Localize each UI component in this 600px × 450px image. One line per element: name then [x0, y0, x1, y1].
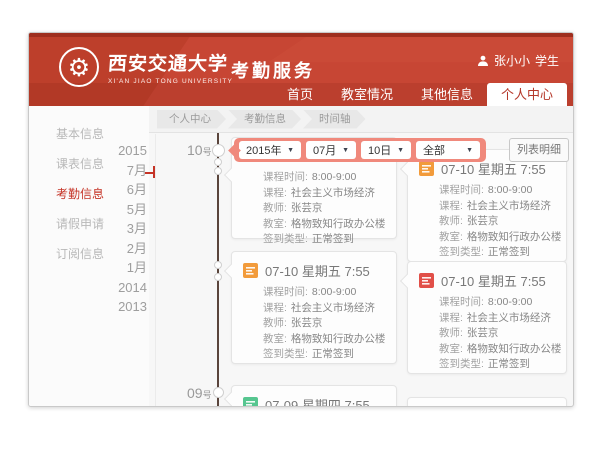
service-title: 考勤服务 — [231, 57, 315, 83]
axis-month-2[interactable]: 2月 — [99, 239, 147, 259]
axis-year-2014[interactable]: 2014 — [99, 278, 147, 298]
nav-personal-center[interactable]: 个人中心 — [487, 83, 567, 106]
day-marker-09: 09号 — [187, 385, 212, 403]
timeline-dot — [213, 387, 224, 398]
breadcrumb-personal-center[interactable]: 个人中心 — [157, 110, 226, 129]
attendance-card[interactable]: 07-10 星期五 7:55 课程时间:8:00-9:00 课程:社会主义市场经… — [407, 261, 567, 374]
card-datetime: 07-10 星期五 7:55 — [265, 261, 370, 280]
card-datetime: 07-10 星期五 7:55 — [441, 271, 546, 290]
month-select[interactable]: 07月▼ — [306, 141, 356, 159]
chevron-down-icon: ▼ — [287, 147, 294, 154]
attendance-card[interactable]: 07-10 星期五 7:55 课程时间:8:00-9:00 课程:社会主义市场经… — [407, 149, 567, 262]
user-account[interactable]: 张小小 学生 — [477, 52, 559, 69]
type-select[interactable]: 全部▼ — [416, 141, 480, 159]
university-name-block: 西安交通大学 XI'AN JIAO TONG UNIVERSITY — [108, 49, 233, 85]
nav-home[interactable]: 首页 — [273, 83, 327, 106]
attendance-card[interactable]: 07-09 星期四 7:55 — [231, 385, 397, 407]
day-select[interactable]: 10日▼ — [361, 141, 411, 159]
day-marker-10: 10号 — [187, 142, 212, 160]
axis-year-2013[interactable]: 2013 — [99, 297, 147, 317]
breadcrumb: 个人中心 考勤信息 时间轴 — [149, 106, 573, 133]
nav-classrooms[interactable]: 教室情况 — [327, 83, 407, 106]
timeline-dot — [214, 261, 222, 269]
timeline-dot — [214, 167, 222, 175]
status-calendar-icon — [419, 273, 434, 288]
chevron-down-icon: ▼ — [466, 147, 473, 154]
person-icon — [477, 55, 489, 67]
chevron-down-icon: ▼ — [342, 147, 349, 154]
university-logo: 西安交通大学 XI'AN JIAO TONG UNIVERSITY — [59, 47, 233, 87]
header: 西安交通大学 XI'AN JIAO TONG UNIVERSITY 考勤服务 张… — [29, 33, 573, 106]
axis-month-1[interactable]: 1月 — [99, 258, 147, 278]
gear-emblem-icon — [59, 47, 99, 87]
status-calendar-icon — [243, 263, 258, 278]
chevron-down-icon: ▼ — [397, 147, 404, 154]
date-filter-bar: 2015年▼ 07月▼ 10日▼ 全部▼ — [234, 138, 486, 162]
top-nav: 首页 教室情况 其他信息 个人中心 — [273, 83, 567, 106]
header-top-strip — [29, 33, 573, 37]
selected-month-tick — [153, 166, 155, 178]
timeline-dot — [214, 158, 222, 166]
axis-month-3[interactable]: 3月 — [99, 219, 147, 239]
axis-month-5[interactable]: 5月 — [99, 200, 147, 220]
app-window: 西安交通大学 XI'AN JIAO TONG UNIVERSITY 考勤服务 张… — [28, 32, 574, 407]
status-calendar-icon — [419, 161, 434, 176]
year-select[interactable]: 2015年▼ — [239, 141, 301, 159]
university-name-cn: 西安交通大学 — [107, 49, 234, 76]
list-detail-button[interactable]: 列表明细 — [509, 138, 569, 162]
timeline-year-month-axis: 2015 7月 6月 5月 3月 2月 1月 2014 2013 — [99, 141, 147, 317]
university-name-en: XI'AN JIAO TONG UNIVERSITY — [108, 78, 233, 85]
attendance-card[interactable] — [407, 397, 567, 407]
axis-separator-line — [155, 134, 156, 406]
breadcrumb-timeline[interactable]: 时间轴 — [303, 110, 366, 129]
attendance-card[interactable]: 07-10 星期五 7:55 课程时间:8:00-9:00 课程:社会主义市场经… — [231, 251, 397, 364]
timeline-dot — [214, 273, 222, 281]
breadcrumb-attendance[interactable]: 考勤信息 — [228, 110, 301, 129]
user-name: 张小小 — [494, 52, 530, 69]
axis-month-7[interactable]: 7月 — [99, 161, 147, 181]
axis-year-2015[interactable]: 2015 — [99, 141, 147, 161]
selected-month-tick — [145, 172, 153, 174]
status-calendar-icon — [243, 397, 258, 407]
user-role: 学生 — [535, 52, 559, 69]
axis-month-6[interactable]: 6月 — [99, 180, 147, 200]
timeline-dot — [212, 144, 225, 157]
nav-other-info[interactable]: 其他信息 — [407, 83, 487, 106]
card-datetime: 07-09 星期四 7:55 — [265, 395, 370, 407]
